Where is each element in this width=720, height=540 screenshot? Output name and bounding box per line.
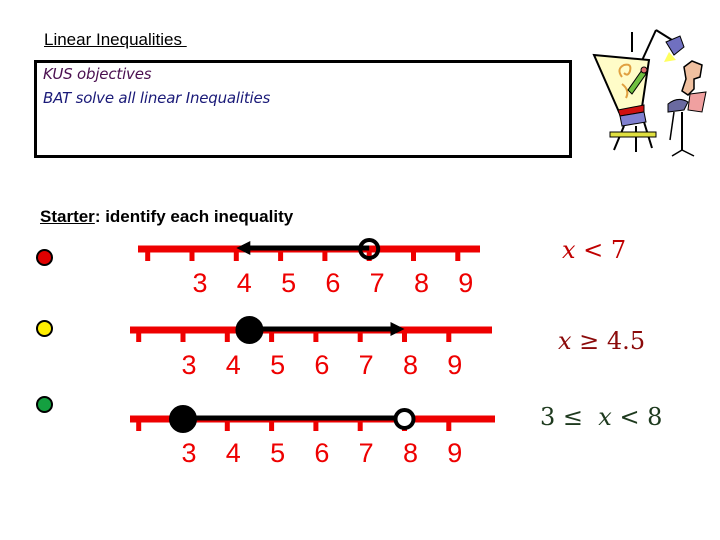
tick-label: 9 [458,268,473,298]
tick-label: 7 [370,268,385,298]
tick-label: 4 [237,268,252,298]
tick-label: 4 [226,438,241,468]
closed-endpoint [235,316,264,344]
number-lines: 3 4 5 6 7 8 93 4 5 6 7 8 93 4 5 6 7 8 9 [130,238,495,468]
tick-label: 6 [314,438,329,468]
answer-relation: < 7 [575,236,627,264]
answer-2: x ≥ 4.5 [558,327,645,355]
tick-label: 9 [447,438,462,468]
answer-variable: x [562,236,576,264]
closed-endpoint [169,405,197,433]
tick-label: 9 [447,350,462,380]
answer-prefix: 3 ≤ [540,403,599,431]
tick-label: 6 [314,350,329,380]
answer-3: 3 ≤ x < 8 [540,403,662,431]
tick-label: 5 [270,350,285,380]
answer-relation: < 8 [611,403,663,431]
tick-label: 7 [359,350,374,380]
tick-label: 8 [403,350,418,380]
tick-label: 3 [192,268,207,298]
tick-label: 6 [325,268,340,298]
tick-label: 5 [270,438,285,468]
tick-label: 8 [403,438,418,468]
answer-variable: x [598,403,612,431]
tick-label: 8 [414,268,429,298]
tick-label: 5 [281,268,296,298]
answer-variable: x [558,327,572,355]
answer-1: x < 7 [562,236,626,264]
answer-relation: ≥ 4.5 [571,327,646,355]
tick-label: 7 [359,438,374,468]
open-endpoint [393,408,416,430]
tick-label: 3 [181,350,196,380]
tick-label: 3 [181,438,196,468]
tick-label: 4 [226,350,241,380]
